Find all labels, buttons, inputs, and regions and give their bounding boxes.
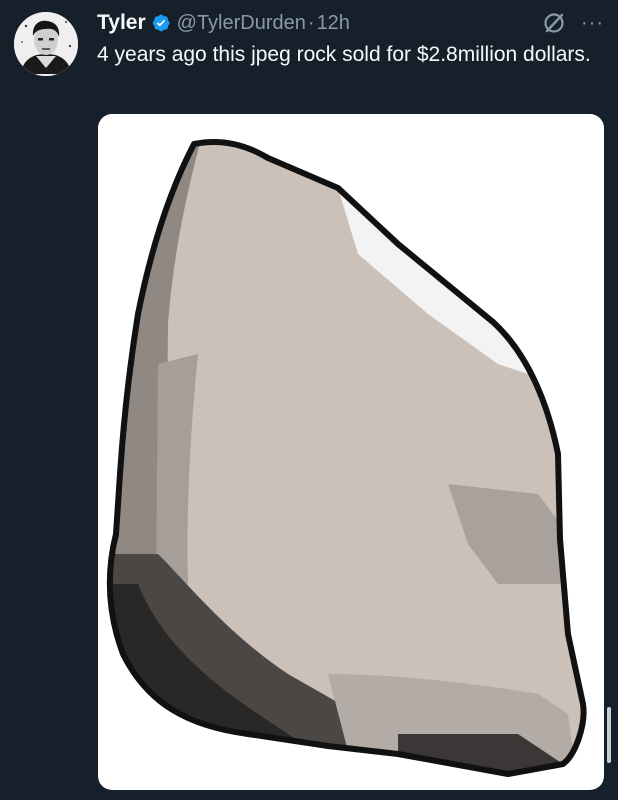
verified-badge-icon <box>151 13 171 33</box>
tweet[interactable]: Tyler @TylerDurden · 12h ··· 4 years ago… <box>0 0 618 800</box>
tweet-header: Tyler @TylerDurden · 12h ··· <box>97 8 604 38</box>
scrollbar-thumb[interactable] <box>607 707 611 763</box>
more-options-icon[interactable]: ··· <box>581 13 604 33</box>
avatar-portrait-icon <box>14 12 78 76</box>
tweet-media-image[interactable] <box>98 114 604 790</box>
tweet-text: 4 years ago this jpeg rock sold for $2.8… <box>97 43 591 66</box>
author-avatar[interactable] <box>14 12 78 76</box>
rock-image <box>106 138 587 777</box>
author-handle[interactable]: @TylerDurden <box>177 12 306 35</box>
grok-icon[interactable] <box>541 10 567 36</box>
header-actions: ··· <box>541 8 604 38</box>
author-display-name[interactable]: Tyler <box>97 11 146 35</box>
separator-dot: · <box>307 11 315 34</box>
tweet-timestamp[interactable]: 12h <box>317 12 350 35</box>
